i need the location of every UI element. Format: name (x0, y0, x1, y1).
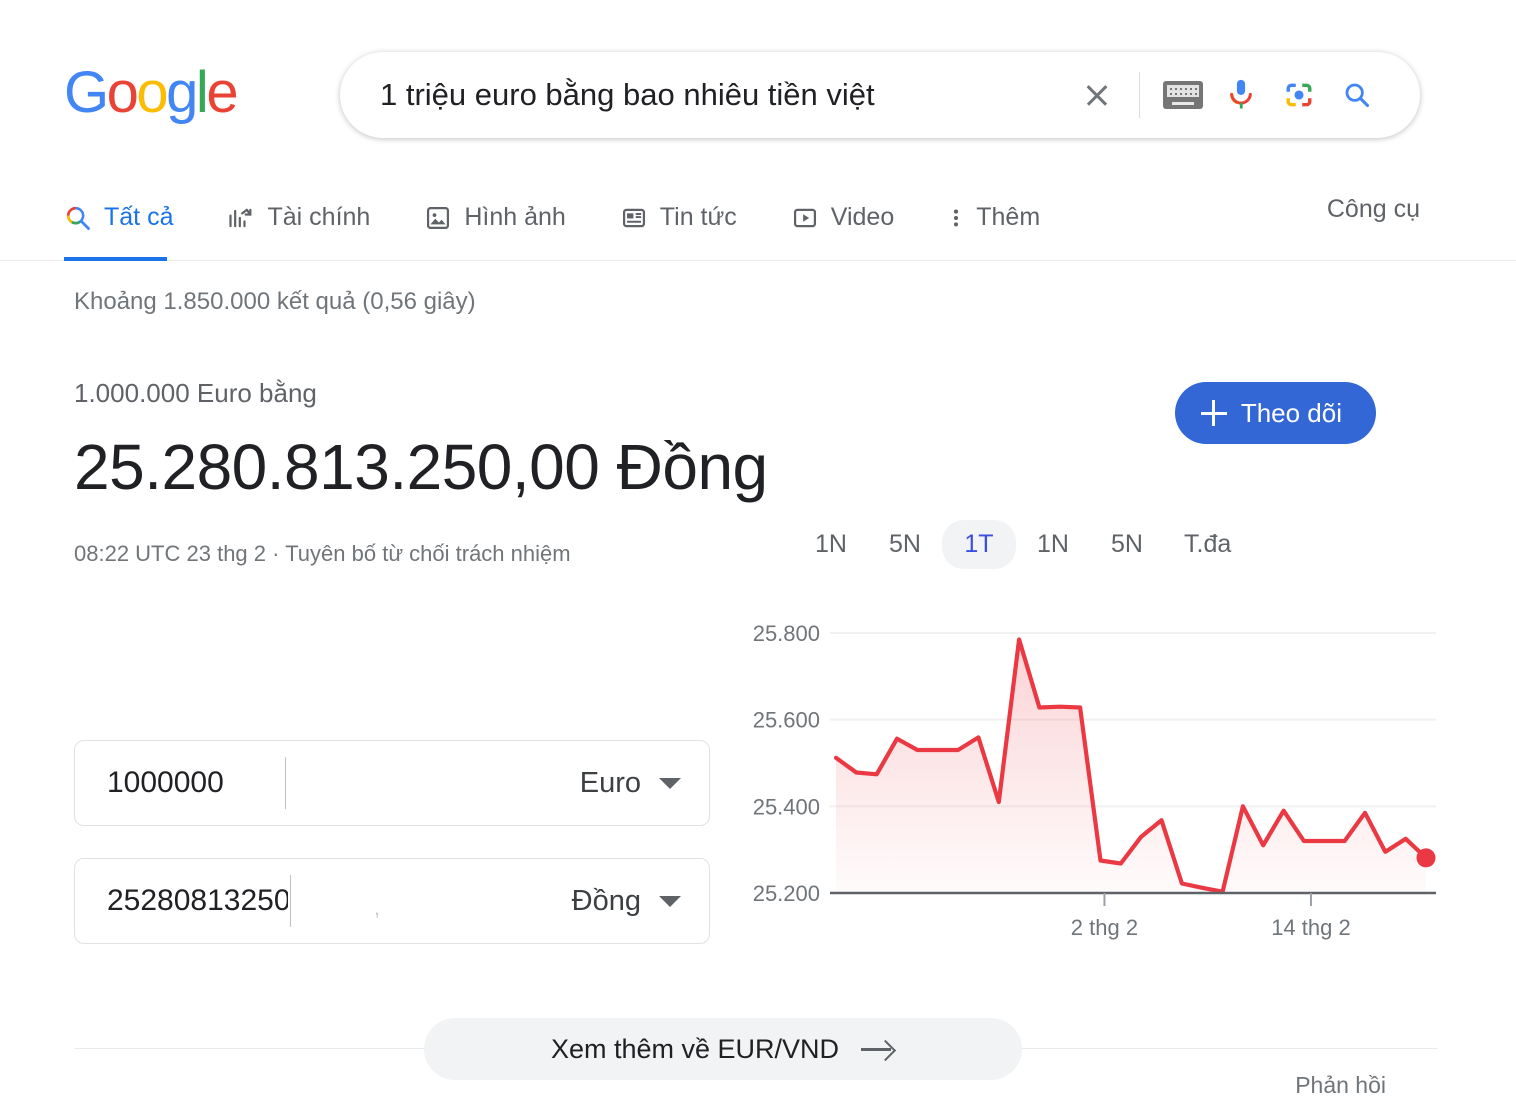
currency-to-select[interactable]: Đồng (572, 885, 681, 918)
range-1n-a[interactable]: 1N (794, 520, 868, 569)
svg-text:25.400: 25.400 (753, 794, 820, 819)
logo-letter: o (136, 60, 168, 125)
logo-letter: o (106, 60, 139, 125)
google-lens-icon (1286, 83, 1312, 107)
tab-label: Tin tức (659, 203, 737, 231)
video-play-icon (793, 208, 816, 227)
amount-to-input[interactable] (75, 883, 290, 919)
svg-text:14 thg 2: 14 thg 2 (1271, 915, 1351, 940)
chart-y-axis-labels: 25.200 25.400 25.600 25.800 (753, 621, 820, 906)
chart-x-axis-ticks: 2 thg 2 14 thg 2 (1071, 893, 1351, 940)
search-bar[interactable] (340, 52, 1420, 138)
text-cursor (285, 757, 286, 809)
svg-text:2 thg 2: 2 thg 2 (1071, 915, 1138, 940)
search-icon (1345, 83, 1370, 108)
search-icon (66, 206, 90, 230)
tab-label: Tất cả (104, 203, 174, 231)
arrow-right-icon (861, 1039, 895, 1059)
tools-button[interactable]: Công cụ (1327, 195, 1420, 224)
exchange-rate-chart: 1N 5N 1T 1N 5N T.đa 25.200 25.400 25.600 25… (736, 520, 1436, 1033)
chart-end-marker (1416, 848, 1436, 868)
range-5n-a[interactable]: 5N (868, 520, 942, 569)
meta-separator: · (272, 540, 280, 566)
more-about-label: Xem thêm về EUR/VND (550, 1033, 840, 1064)
amount-to-row[interactable]: , Đồng (74, 858, 710, 944)
follow-label: Theo dõi (1240, 397, 1342, 428)
news-icon (622, 208, 645, 227)
plus-icon (1200, 400, 1227, 426)
page-header: Google (0, 0, 1516, 175)
finance-chart-icon (229, 208, 252, 227)
logo-letter: G (64, 60, 109, 125)
feedback-link[interactable]: Phản hồi (1295, 1072, 1386, 1099)
search-input[interactable] (340, 76, 1067, 114)
svg-text:25.600: 25.600 (753, 708, 820, 733)
logo-letter: l (195, 60, 209, 125)
svg-text:25.800: 25.800 (753, 621, 820, 646)
tab-label: Tài chính (267, 203, 371, 231)
image-icon (427, 206, 450, 229)
result-stats: Khoảng 1.850.000 kết quả (0,56 giây) (74, 288, 476, 315)
svg-text:25.200: 25.200 (753, 881, 820, 906)
tab-tat-ca[interactable]: Tất cả (64, 187, 193, 261)
search-submit-button[interactable] (1328, 66, 1386, 124)
conversion-currency: Đồng (616, 431, 769, 503)
currency-to-label: Đồng (571, 884, 641, 917)
disclaimer-link[interactable]: Tuyên bố từ chối trách nhiệm (285, 541, 570, 566)
keyboard-icon (1163, 81, 1203, 109)
converter-fields: Euro , Đồng (74, 740, 710, 944)
chevron-down-icon (659, 895, 681, 907)
chart-canvas[interactable]: 25.200 25.400 25.600 25.800 2 thg 2 14 thg 2 (736, 593, 1436, 1033)
decimal-artifact: , (374, 895, 381, 920)
tab-label: Thêm (976, 203, 1041, 231)
keyboard-button[interactable] (1154, 66, 1212, 124)
tab-label: Video (830, 203, 895, 231)
amount-from-row[interactable]: Euro (74, 740, 710, 826)
tab-them[interactable]: Thêm (948, 187, 1066, 249)
search-bar-icons (1067, 66, 1420, 124)
tab-label: Hình ảnh (464, 203, 566, 231)
chart-area-fill (836, 639, 1426, 893)
conversion-result: 25.280.813.250,00 Đồng (74, 431, 774, 505)
range-max[interactable]: T.đa (1164, 520, 1251, 569)
currency-from-label: Euro (579, 766, 641, 799)
chevron-down-icon (659, 777, 681, 789)
amount-from-input[interactable] (75, 765, 285, 801)
range-1t[interactable]: 1T (942, 520, 1016, 569)
currency-from-select[interactable]: Euro (580, 767, 681, 800)
search-tabs-nav: Tất cả Tài chính Hình ảnh Tin tức Video … (0, 175, 1516, 261)
chart-range-selector: 1N 5N 1T 1N 5N T.đa (794, 520, 1436, 569)
tab-tai-chinh[interactable]: Tài chính (227, 187, 396, 249)
more-vertical-icon (954, 209, 959, 226)
text-cursor (290, 875, 291, 927)
follow-button[interactable]: Theo dõi (1174, 382, 1376, 444)
tab-tin-tuc[interactable]: Tin tức (620, 187, 763, 249)
microphone-icon (1230, 79, 1252, 109)
logo-letter: g (166, 60, 198, 125)
tab-list: Tất cả Tài chính Hình ảnh Tin tức Video … (64, 175, 1094, 261)
conversion-amount: 25.280.813.250,00 (74, 431, 600, 503)
active-tab-underline (64, 256, 168, 261)
tab-hinh-anh[interactable]: Hình ảnh (424, 187, 591, 249)
more-about-pair-button[interactable]: Xem thêm về EUR/VND (424, 1018, 1022, 1080)
range-1n-b[interactable]: 1N (1016, 520, 1090, 569)
logo-letter: e (206, 60, 238, 125)
google-logo[interactable]: Google (64, 60, 239, 125)
voice-search-button[interactable] (1212, 66, 1270, 124)
divider (1139, 72, 1140, 118)
clear-search-button[interactable] (1067, 66, 1125, 124)
tab-video[interactable]: Video (791, 187, 921, 249)
close-icon (1081, 80, 1111, 110)
conversion-timestamp: 08:22 UTC 23 thg 2 (74, 540, 267, 566)
range-5n-b[interactable]: 5N (1090, 520, 1164, 569)
google-lens-button[interactable] (1270, 66, 1328, 124)
